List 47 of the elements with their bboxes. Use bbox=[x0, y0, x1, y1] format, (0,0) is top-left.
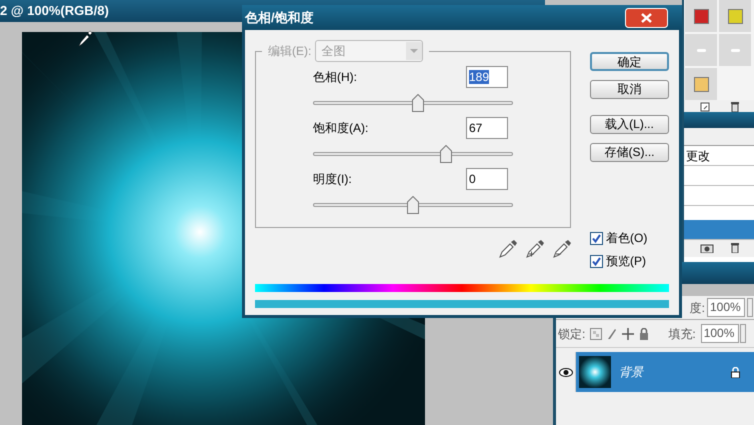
slider-thumb[interactable] bbox=[407, 196, 419, 214]
eyedropper-cursor-icon bbox=[78, 31, 92, 47]
camera-icon[interactable] bbox=[700, 243, 714, 253]
edit-label: 编辑(E): bbox=[268, 43, 312, 60]
opacity-label: 度: bbox=[690, 300, 705, 316]
slider-label: 明度(I): bbox=[313, 171, 352, 188]
fill-label: 填充: bbox=[668, 326, 696, 342]
value-field[interactable]: 189 bbox=[466, 66, 508, 88]
trash-icon[interactable] bbox=[730, 243, 740, 253]
slider-thumb[interactable] bbox=[412, 94, 424, 112]
checkbox-label: 预览(P) bbox=[606, 253, 646, 270]
panel-tab-strip bbox=[684, 128, 754, 146]
slider-label: 色相(H): bbox=[313, 69, 357, 86]
swatch[interactable] bbox=[719, 0, 751, 32]
value-field[interactable]: 0 bbox=[466, 168, 508, 190]
dialog-button[interactable]: 确定 bbox=[590, 52, 669, 71]
swatch[interactable] bbox=[685, 68, 717, 100]
dialog-button[interactable]: 载入(L)... bbox=[590, 115, 669, 134]
eye-icon[interactable] bbox=[558, 368, 572, 376]
lock-label: 锁定: bbox=[558, 326, 586, 342]
lock-icon[interactable] bbox=[639, 328, 650, 340]
checkbox[interactable] bbox=[590, 232, 603, 244]
layer-row[interactable]: 背景 bbox=[576, 352, 754, 392]
dialog-button[interactable]: 存储(S)... bbox=[590, 143, 669, 162]
swatch[interactable] bbox=[719, 34, 751, 66]
close-button[interactable] bbox=[625, 8, 668, 28]
swatch[interactable] bbox=[685, 34, 717, 66]
eyedropper-icon[interactable] bbox=[499, 240, 517, 258]
slider-label: 饱和度(A): bbox=[313, 120, 368, 137]
eyedropper-plus-icon[interactable] bbox=[526, 240, 544, 258]
slider-thumb[interactable] bbox=[440, 145, 452, 163]
layer-name: 背景 bbox=[619, 364, 645, 381]
checkbox[interactable] bbox=[590, 254, 603, 268]
fill-field[interactable]: 100% bbox=[700, 324, 739, 343]
eyedropper-minus-icon[interactable] bbox=[553, 240, 571, 258]
caret-icon bbox=[406, 42, 422, 60]
value-field[interactable]: 67 bbox=[466, 117, 508, 139]
move-icon[interactable] bbox=[622, 328, 634, 340]
checkbox-label: 着色(O) bbox=[606, 230, 648, 247]
swatch[interactable] bbox=[685, 0, 717, 32]
panel-title-bar bbox=[684, 112, 754, 128]
trash-icon[interactable] bbox=[730, 102, 740, 112]
checker-icon[interactable] bbox=[590, 328, 602, 340]
new-swatch-icon[interactable] bbox=[700, 102, 710, 112]
brush-icon[interactable] bbox=[607, 328, 618, 340]
opacity-field[interactable]: 100% bbox=[707, 298, 745, 317]
dialog-button[interactable]: 取消 bbox=[590, 80, 669, 99]
